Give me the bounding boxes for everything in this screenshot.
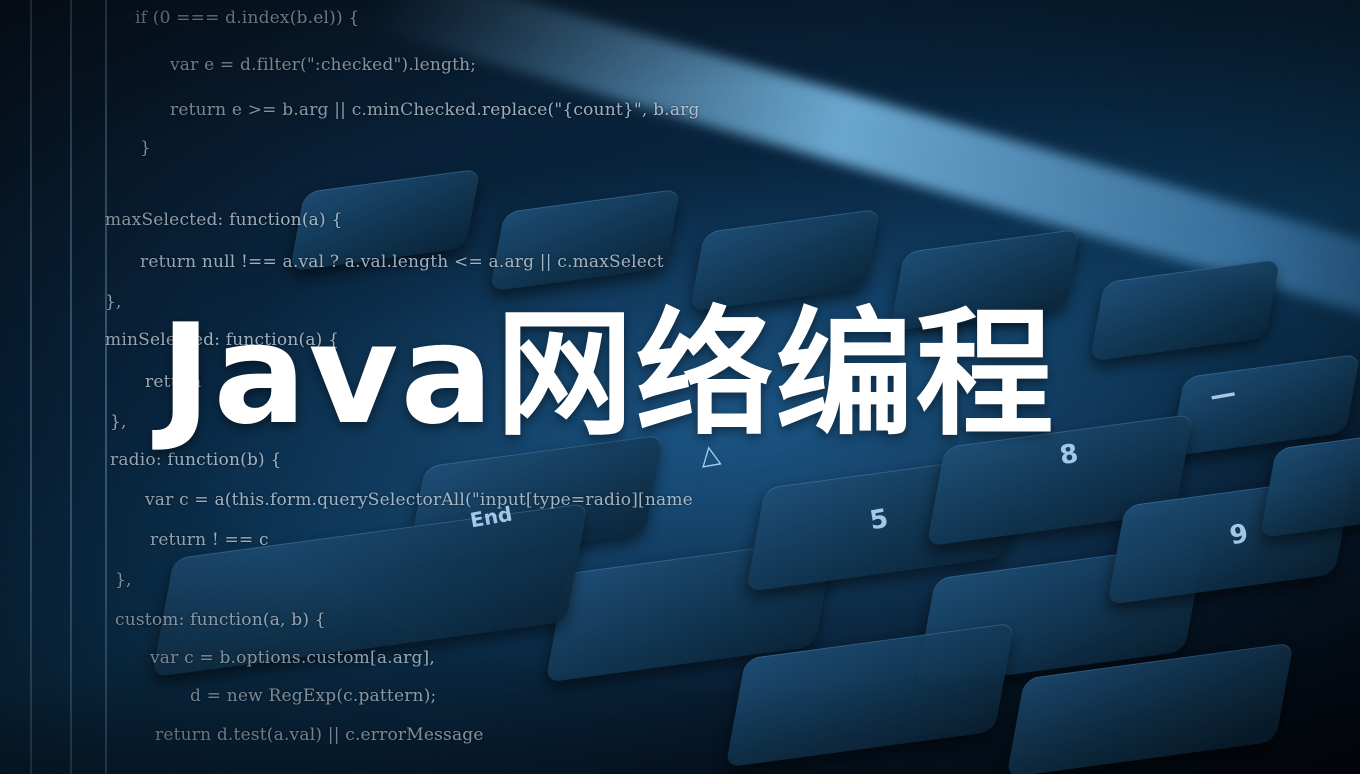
code-line: var e = d.filter(":checked").length; [170,55,477,75]
code-line: }, [105,292,122,312]
code-line: return ! == c [150,530,269,550]
code-guide-line [30,0,32,774]
code-line: }, [110,412,127,432]
code-guide-line [105,0,107,774]
banner-image: 5 8 9 — End △ if (0 === d.index(b.el)) {… [0,0,1360,774]
code-line: custom: function(a, b) { [115,610,326,630]
banner-title: Java网络编程 [160,294,1056,455]
key-glyph: — [1207,377,1239,413]
code-line: maxSelected: function(a) { [105,210,343,230]
code-line: if (0 === d.index(b.el)) { [135,8,360,28]
code-line: }, [115,570,132,590]
code-line: return e >= b.arg || c.minChecked.replac… [170,100,700,120]
keyboard-key [1089,258,1281,362]
code-guide-line [70,0,72,774]
code-line: return d.test(a.val) || c.errorMessage [155,725,484,745]
code-line: var c = a(this.form.querySelectorAll("in… [145,490,693,510]
code-line: var c = b.options.custom[a.arg], [150,648,435,668]
code-line: } [140,138,152,158]
code-line: d = new RegExp(c.pattern); [190,686,437,706]
keyboard-key [1259,432,1360,538]
code-line: return null !== a.val ? a.val.length <= … [140,252,664,272]
